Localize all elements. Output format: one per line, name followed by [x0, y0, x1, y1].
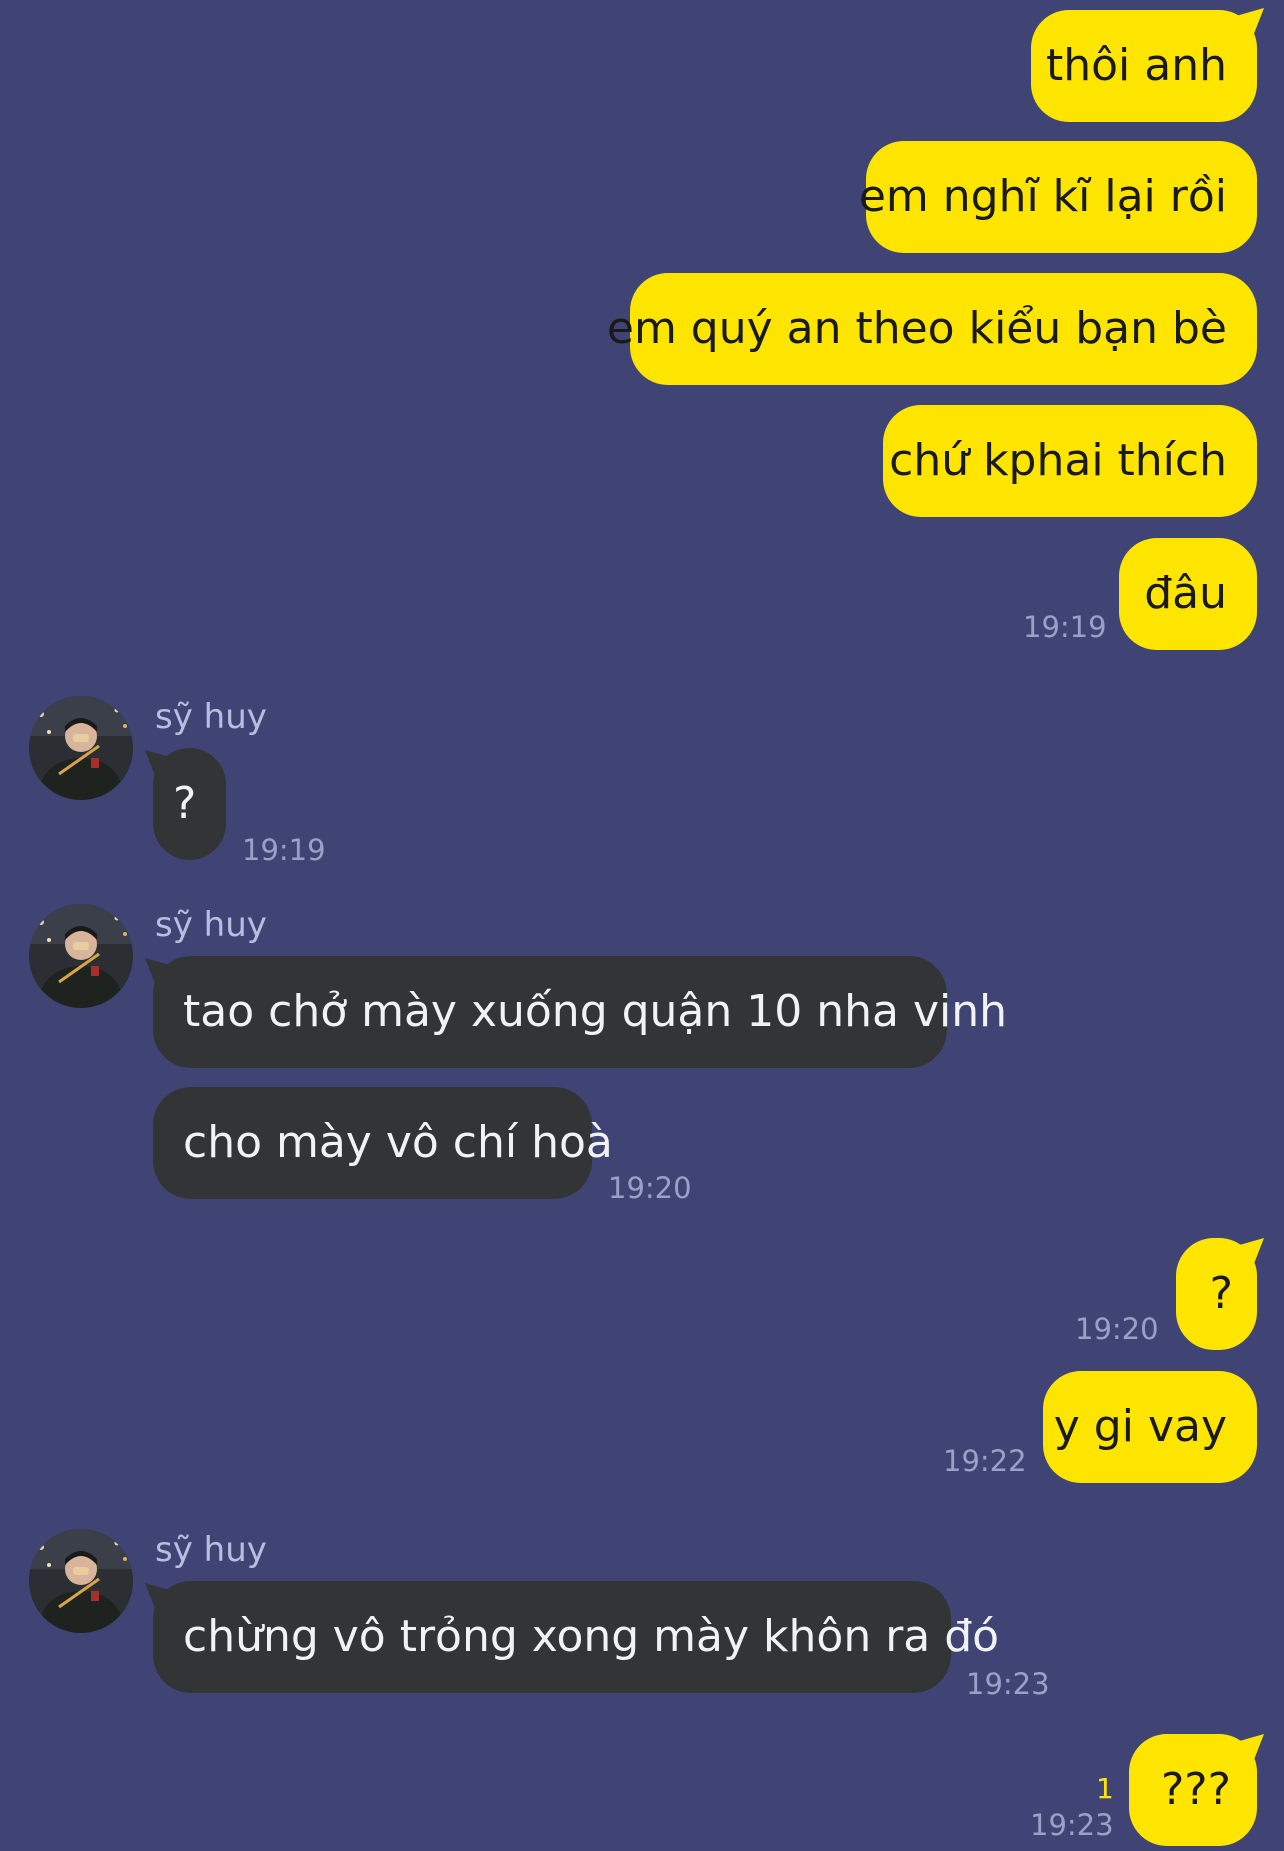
message-text: y gi vay [1053, 1401, 1227, 1452]
message-timestamp: 19:23 [966, 1667, 1050, 1701]
outgoing-message-bubble[interactable]: thôi anh [1031, 10, 1257, 122]
message-text: chừng vô trỏng xong mày khôn ra đó [183, 1611, 1000, 1662]
message-text: ? [173, 778, 197, 829]
user-photo-avatar-icon [29, 1529, 133, 1633]
incoming-message-bubble[interactable]: tao chở mày xuống quận 10 nha vinh [153, 956, 1007, 1068]
bubble-tail [1236, 1734, 1264, 1770]
message-timestamp: 19:19 [1023, 610, 1107, 644]
message-text: đâu [1144, 568, 1227, 619]
bubble-tail [1236, 1238, 1264, 1274]
bubble-tail [1236, 8, 1264, 44]
message-text: tao chở mày xuống quận 10 nha vinh [183, 986, 1007, 1037]
incoming-message-bubble[interactable]: ? [153, 748, 226, 860]
message-text: ? [1209, 1268, 1233, 1319]
user-photo-avatar-icon [29, 696, 133, 800]
outgoing-message-bubble[interactable]: chứ kphai thích [883, 405, 1257, 517]
message-text: cho mày vô chí hoà [183, 1117, 613, 1168]
message-text: thôi anh [1045, 40, 1227, 91]
message-timestamp: 19:23 [1030, 1808, 1114, 1842]
message-text: em quý an theo kiểu bạn bè [606, 303, 1227, 354]
message-timestamp: 19:20 [1075, 1312, 1159, 1346]
sender-avatar[interactable] [29, 904, 133, 1008]
unread-count: 1 [1096, 1772, 1114, 1805]
incoming-message-bubble[interactable]: chừng vô trỏng xong mày khôn ra đó [153, 1581, 999, 1693]
sender-name: sỹ huy [155, 905, 267, 945]
outgoing-message-bubble[interactable]: em nghĩ kĩ lại rồi [859, 141, 1257, 253]
message-text: chứ kphai thích [889, 435, 1227, 486]
outgoing-message-bubble[interactable]: em quý an theo kiểu bạn bè [607, 273, 1257, 385]
outgoing-message-bubble[interactable]: y gi vay [1043, 1371, 1257, 1483]
incoming-message-bubble[interactable]: cho mày vô chí hoà [153, 1087, 613, 1199]
sender-name: sỹ huy [155, 697, 267, 737]
message-timestamp: 19:20 [608, 1171, 692, 1205]
sender-avatar[interactable] [29, 1529, 133, 1633]
outgoing-message-bubble[interactable]: đâu [1119, 538, 1257, 650]
user-photo-avatar-icon [29, 904, 133, 1008]
message-text: em nghĩ kĩ lại rồi [858, 171, 1227, 222]
sender-avatar[interactable] [29, 696, 133, 800]
sender-name: sỹ huy [155, 1530, 267, 1570]
message-text: ??? [1160, 1764, 1231, 1815]
message-timestamp: 19:19 [242, 833, 326, 867]
message-timestamp: 19:22 [943, 1444, 1027, 1478]
